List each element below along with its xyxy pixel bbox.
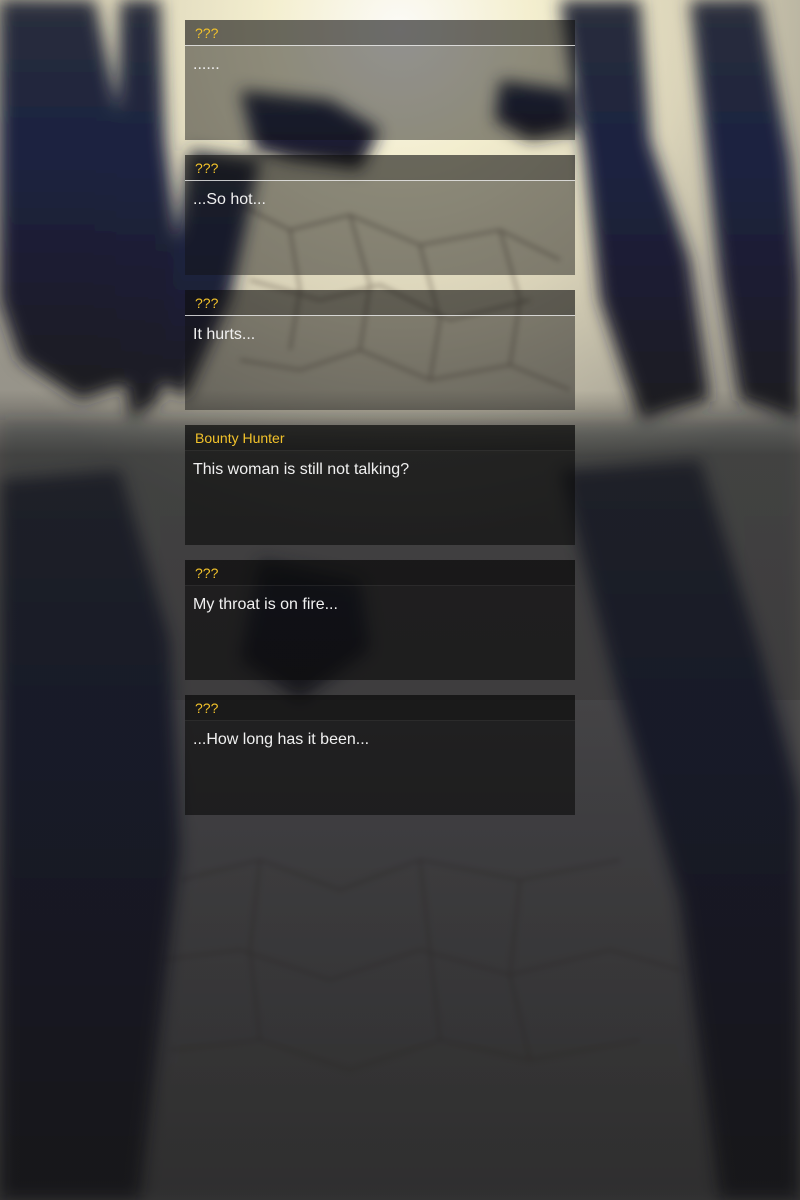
speaker-name: ???: [195, 565, 219, 581]
speaker-bar: ???: [185, 20, 575, 46]
dialogue-text: ...How long has it been...: [193, 731, 370, 748]
dialogue-log[interactable]: ??? ...... ??? ...So hot... ??? It hurts…: [185, 20, 575, 830]
dialogue-entry: ??? It hurts...: [185, 290, 575, 410]
speaker-bar: ???: [185, 560, 575, 586]
speaker-name: ???: [195, 160, 219, 176]
dialogue-text: My throat is on fire...: [193, 596, 338, 613]
dialogue-text: This woman is still not talking?: [193, 461, 410, 478]
speaker-bar: Bounty Hunter: [185, 425, 575, 451]
dialogue-text: ...So hot...: [193, 191, 266, 208]
speaker-name: Bounty Hunter: [195, 430, 285, 446]
speaker-name: ???: [195, 700, 219, 716]
dialogue-entry: ??? ...How long has it been...: [185, 695, 575, 815]
speaker-name: ???: [195, 25, 219, 41]
dialogue-entry: ??? My throat is on fire...: [185, 560, 575, 680]
dialogue-entry: ??? ......: [185, 20, 575, 140]
dialogue-text: It hurts...: [193, 326, 256, 343]
speaker-bar: ???: [185, 695, 575, 721]
dialogue-text: ......: [193, 56, 220, 73]
speaker-bar: ???: [185, 155, 575, 181]
speaker-name: ???: [195, 295, 219, 311]
dialogue-entry: Bounty Hunter This woman is still not ta…: [185, 425, 575, 545]
dialogue-entry: ??? ...So hot...: [185, 155, 575, 275]
game-screen: ??? ...... ??? ...So hot... ??? It hurts…: [0, 0, 800, 1200]
speaker-bar: ???: [185, 290, 575, 316]
